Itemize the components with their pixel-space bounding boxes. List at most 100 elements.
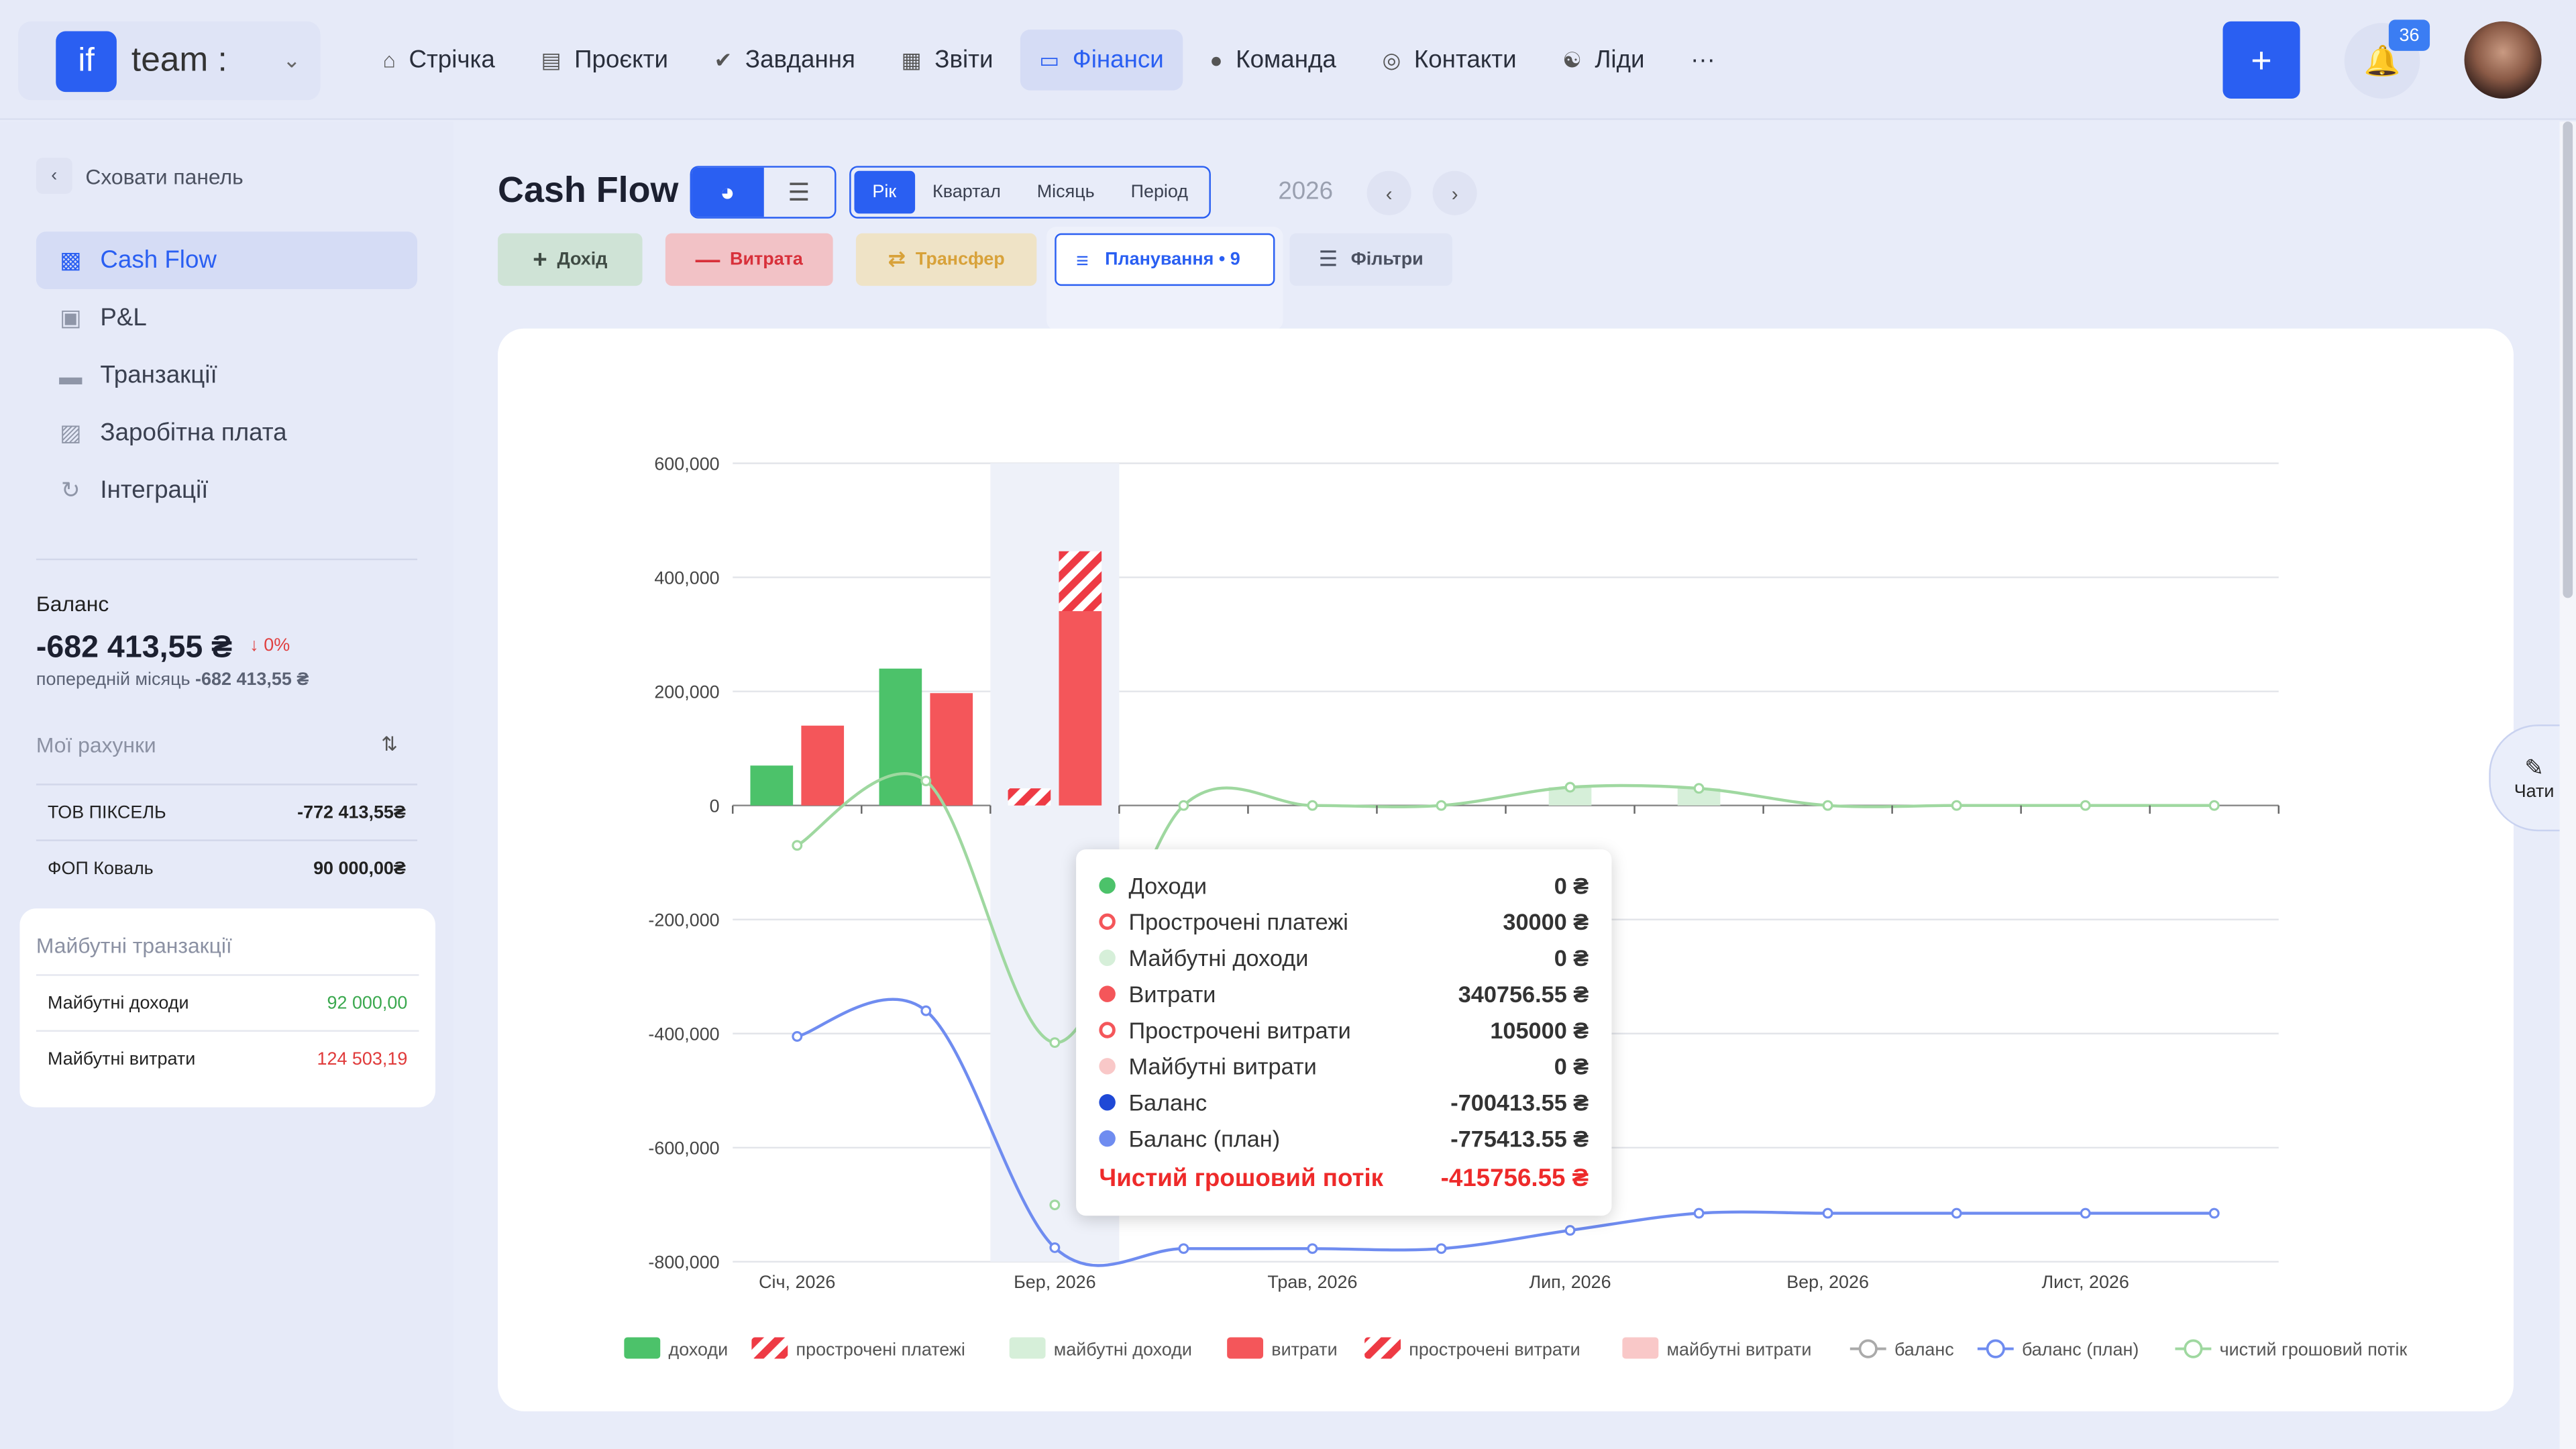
tooltip-rows: Доходи 0 ₴ Прострочені платежі 30000 ₴ Майбу… (1099, 867, 1589, 1157)
legend-swatch (1622, 1337, 1659, 1359)
tooltip-row-value: 340756.55 ₴ (1458, 981, 1589, 1008)
tooltip-row-value: 0 ₴ (1554, 872, 1589, 899)
tooltip-row-label: Прострочені витрати (1128, 1016, 1351, 1044)
tooltip-row: Прострочені витрати 105000 ₴ (1099, 1012, 1589, 1049)
bars (750, 551, 1721, 806)
legend-label: прострочені платежі (796, 1339, 965, 1359)
legend-dot-icon (1099, 1130, 1116, 1147)
y-tick-label: -600,000 (648, 1138, 719, 1159)
chat-icon: ✎ (2524, 754, 2544, 781)
scrollbar-thumb[interactable] (2563, 121, 2573, 598)
net-cashflow-point (792, 840, 803, 851)
scrollbar[interactable] (2559, 121, 2576, 1449)
bar-overdue-income (1008, 788, 1051, 806)
legend-swatch (1009, 1337, 1046, 1359)
tooltip-row-value: 30000 ₴ (1503, 908, 1589, 935)
tooltip-total: Чистий грошовий потік -415756.55 ₴ (1099, 1165, 1589, 1193)
x-tick-label: Січ, 2026 (759, 1272, 835, 1292)
balance-plan-point (1436, 1243, 1447, 1254)
legend-swatch (751, 1337, 788, 1359)
legend-swatch (1364, 1337, 1401, 1359)
legend-label: прострочені витрати (1409, 1339, 1580, 1359)
y-tick-label: -400,000 (648, 1024, 719, 1044)
legend-swatch (624, 1337, 661, 1359)
app-root: if team : ⌄ ⌂ Стрічка ▤ Проєкти ✔ Завдання … (0, 0, 2576, 1449)
x-tick-label: Бер, 2026 (1014, 1272, 1095, 1292)
net-cashflow-point (1307, 800, 1318, 811)
legend: доходи прострочені платежі майбутні доходи… (624, 1337, 2407, 1359)
balance-plan-point (920, 1005, 932, 1016)
tooltip-row-label: Майбутні доходи (1128, 945, 1309, 971)
net-cashflow-point (2080, 800, 2091, 811)
legend-label: чистий грошовий потік (2220, 1339, 2408, 1359)
net-cashflow-point (1436, 800, 1447, 811)
legend-label: витрати (1271, 1339, 1337, 1359)
chats-label: Чати (2514, 782, 2555, 802)
balance-plan-point (2208, 1208, 2220, 1219)
bar-expense (1059, 611, 1102, 806)
net-cashflow-point (1693, 783, 1705, 794)
tooltip-row-label: Доходи (1128, 872, 1207, 899)
tooltip-row-value: 0 ₴ (1554, 1053, 1589, 1079)
y-axis: 600,000 400,000 200,000 0 -200,000 -400,000 -6… (648, 453, 719, 1272)
net-cashflow-point (1049, 1037, 1061, 1049)
tooltip-row: Прострочені платежі 30000 ₴ (1099, 904, 1589, 940)
tooltip-total-value: -415756.55 ₴ (1440, 1165, 1589, 1193)
cashflow-chart: 600,000 400,000 200,000 0 -200,000 -400,000 -6… (624, 453, 2407, 1359)
balance-plan-point (792, 1031, 803, 1042)
tooltip-row-label: Прострочені платежі (1128, 908, 1348, 935)
y-tick-label: 0 (710, 796, 720, 816)
legend-swatch-point (1858, 1339, 1878, 1358)
legend-dot-icon (1099, 913, 1116, 930)
tooltip-row-label: Майбутні витрати (1128, 1053, 1317, 1079)
y-tick-label: -800,000 (648, 1252, 719, 1273)
bar-expense (801, 725, 845, 806)
balance-plan-point (1822, 1208, 1833, 1219)
balance-plan-point (1049, 1242, 1061, 1253)
tooltip-row: Майбутні витрати 0 ₴ (1099, 1048, 1589, 1084)
tooltip-row-value: 105000 ₴ (1490, 1016, 1589, 1044)
tooltip-row: Майбутні доходи 0 ₴ (1099, 940, 1589, 976)
legend-swatch-point (2184, 1339, 2203, 1358)
tooltip-row: Доходи 0 ₴ (1099, 867, 1589, 904)
legend-dot-icon (1099, 877, 1116, 894)
x-tick-label: Лист, 2026 (2042, 1272, 2129, 1292)
legend-label: баланс (план) (2022, 1339, 2139, 1359)
tooltip-row-label: Баланс (1128, 1089, 1208, 1116)
tooltip-row: Баланс -700413.55 ₴ (1099, 1084, 1589, 1120)
tooltip-total-label: Чистий грошовий потік (1099, 1165, 1384, 1193)
tooltip-row: Витрати 340756.55 ₴ (1099, 976, 1589, 1012)
balance-point (1049, 1199, 1061, 1211)
y-tick-label: -200,000 (648, 910, 719, 930)
tooltip-row-label: Витрати (1128, 981, 1216, 1008)
legend-dot-icon (1099, 949, 1116, 967)
legend-dot-icon (1099, 985, 1116, 1002)
tooltip-row-value: -700413.55 ₴ (1450, 1089, 1589, 1116)
y-tick-label: 600,000 (654, 453, 719, 474)
y-tick-label: 200,000 (654, 682, 719, 702)
legend-dot-icon (1099, 1022, 1116, 1038)
net-cashflow-point (2208, 800, 2220, 811)
legend-dot-icon (1099, 1094, 1116, 1111)
net-cashflow-point (1564, 782, 1576, 793)
bar-overdue-expense (1059, 551, 1102, 612)
bar-expense (930, 693, 973, 806)
bar-income (879, 668, 922, 806)
chart-tooltip: Доходи 0 ₴ Прострочені платежі 30000 ₴ Майбу… (1076, 849, 1612, 1216)
legend-dot-icon (1099, 1058, 1116, 1075)
x-tick-label: Вер, 2026 (1786, 1272, 1869, 1292)
balance-plan-point (1307, 1243, 1318, 1254)
balance-plan-point (1178, 1243, 1189, 1254)
legend-swatch-point (1986, 1339, 2005, 1358)
x-tick-label: Лип, 2026 (1529, 1272, 1611, 1292)
net-cashflow-point (1178, 800, 1189, 811)
legend-label: майбутні доходи (1054, 1339, 1192, 1359)
legend-label: доходи (668, 1339, 728, 1359)
net-cashflow-point (920, 775, 932, 787)
tooltip-row-label: Баланс (план) (1128, 1125, 1281, 1152)
legend-swatch (1227, 1337, 1264, 1359)
balance-plan-point (1693, 1208, 1705, 1219)
y-tick-label: 400,000 (654, 568, 719, 588)
bar-income (750, 765, 794, 806)
tooltip-row-value: -775413.55 ₴ (1450, 1125, 1589, 1152)
